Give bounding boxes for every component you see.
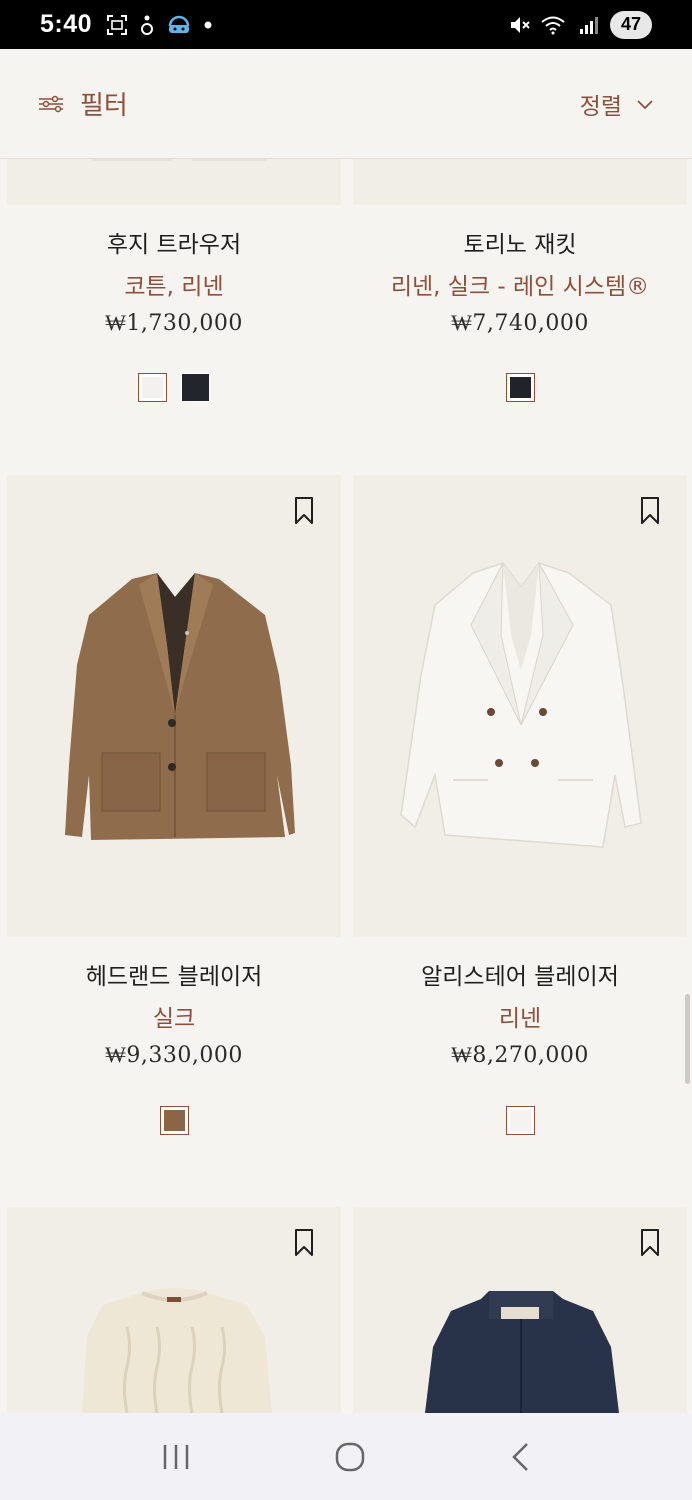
color-swatch[interactable]: [181, 373, 210, 402]
product-price: ₩1,730,000: [105, 311, 243, 336]
status-right-icons: 47: [508, 10, 652, 39]
product-name[interactable]: 헤드랜드 블레이저: [7, 957, 341, 991]
product-name[interactable]: 후지 트라우저: [7, 225, 341, 259]
color-swatches: [7, 373, 341, 402]
filter-button[interactable]: 필터: [38, 85, 128, 122]
screenshot-icon: [107, 14, 128, 35]
navy-jacket-image: [425, 1291, 619, 1413]
color-swatch[interactable]: [505, 373, 535, 402]
product-price: ₩8,270,000: [451, 1043, 589, 1068]
product-image[interactable]: [353, 1207, 687, 1413]
filter-label: 필터: [80, 91, 128, 121]
mute-icon: [511, 16, 530, 33]
status-left-icons: [106, 14, 212, 36]
battery-badge: 47: [610, 10, 652, 39]
chevron-down-icon: [637, 99, 653, 109]
product-price: ₩7,740,000: [451, 311, 589, 336]
product-image[interactable]: [7, 1207, 341, 1413]
product-material: 리넨: [498, 1006, 542, 1032]
white-blazer-image: [400, 562, 642, 848]
home-icon[interactable]: [334, 1441, 366, 1473]
product-image[interactable]: [353, 475, 687, 937]
sort-button[interactable]: 정렬: [580, 87, 654, 121]
status-time: 5:40: [40, 10, 93, 38]
brown-blazer-image: [65, 573, 295, 840]
system-nav-bar: [0, 1413, 692, 1500]
accessibility-icon: [141, 15, 154, 35]
product-material: 실크: [152, 1006, 196, 1032]
cable-knit-sweater-image: [82, 1288, 272, 1413]
product-name[interactable]: 토리노 재킷: [353, 225, 687, 259]
product-material: 코튼, 리넨: [124, 274, 224, 300]
status-bar: 5:40 47: [0, 0, 692, 49]
color-swatches: [7, 1106, 341, 1135]
recent-apps-icon[interactable]: [161, 1442, 191, 1472]
sliders-icon: [39, 95, 63, 112]
vpn-icon: [168, 15, 190, 33]
wifi-icon: [541, 16, 565, 34]
scrollbar[interactable]: [685, 994, 690, 1084]
color-swatch[interactable]: [138, 373, 167, 402]
sort-label: 정렬: [579, 93, 622, 120]
color-swatches: [353, 373, 687, 402]
signal-icon: [580, 16, 598, 34]
filter-sort-header: 필터 정렬: [0, 49, 692, 159]
color-swatches: [353, 1106, 687, 1135]
product-name[interactable]: 알리스테어 블레이저: [353, 957, 687, 991]
dot-icon: [204, 21, 212, 28]
product-material: 리넨, 실크 - 레인 시스템®: [390, 274, 650, 300]
color-swatch[interactable]: [505, 1106, 535, 1135]
back-icon[interactable]: [509, 1441, 531, 1473]
color-swatch[interactable]: [159, 1106, 189, 1135]
product-image[interactable]: [7, 475, 341, 937]
product-price: ₩9,330,000: [105, 1043, 243, 1068]
